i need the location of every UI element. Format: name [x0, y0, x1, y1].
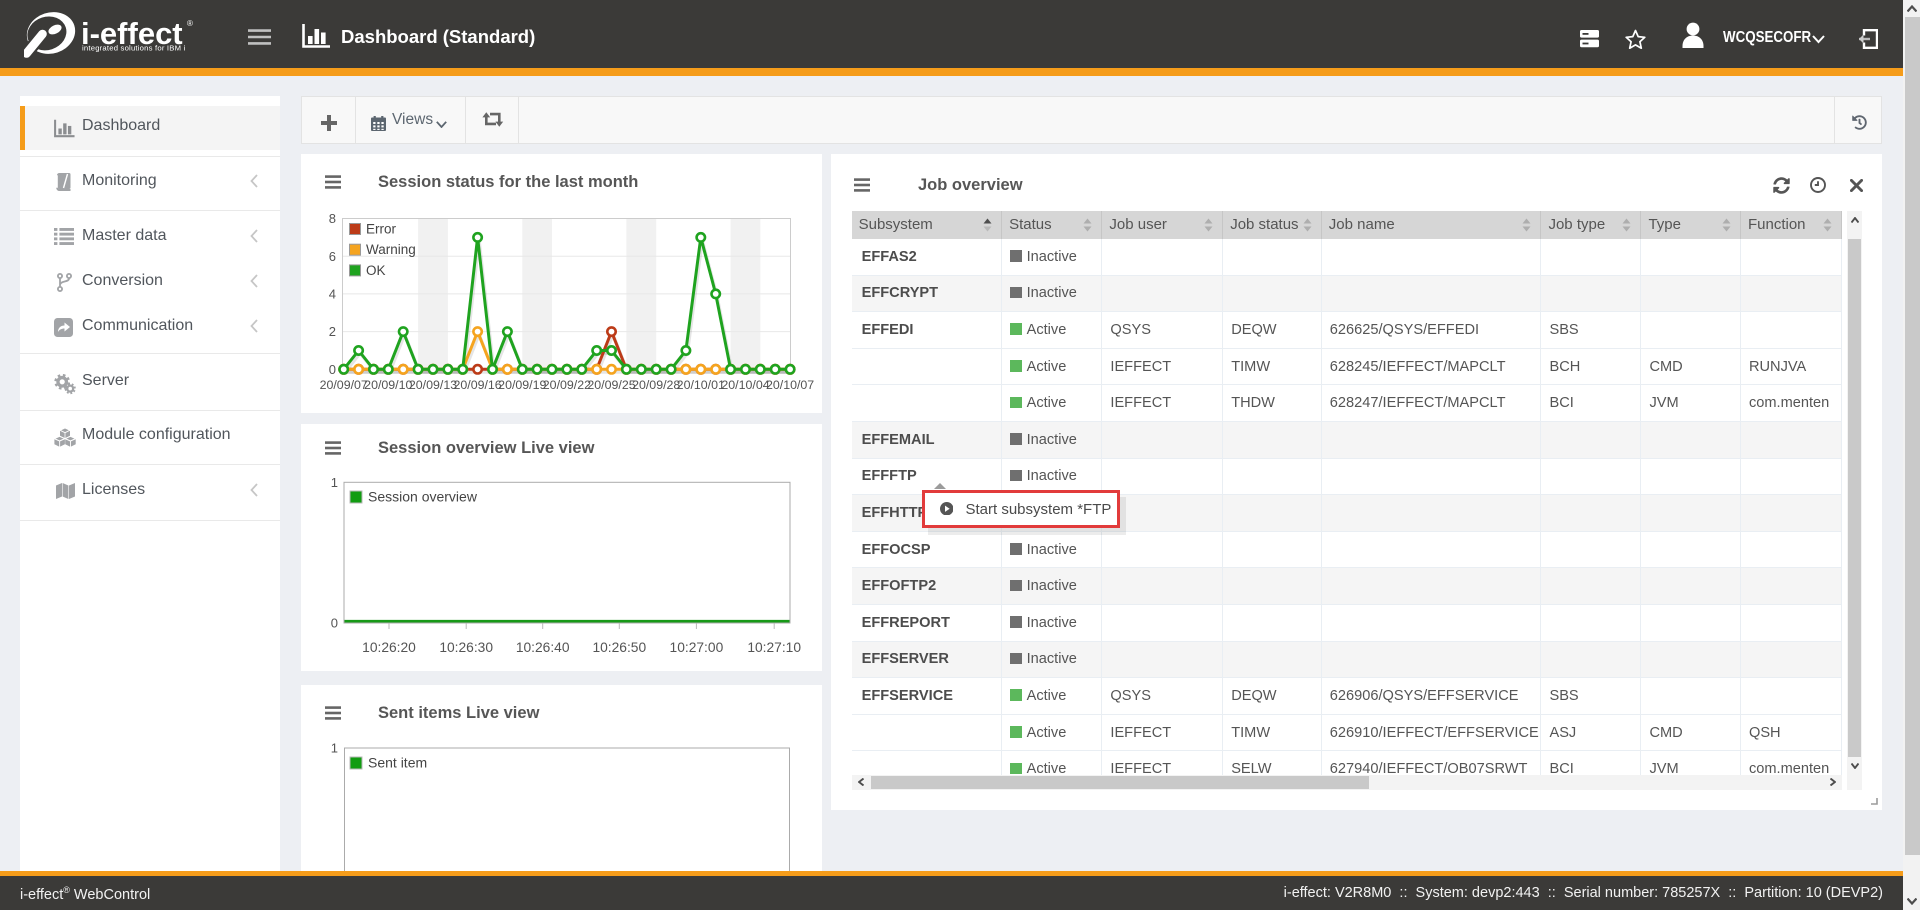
svg-text:®: ®: [187, 19, 193, 28]
svg-text:20/09/25: 20/09/25: [587, 378, 635, 392]
svg-text:8: 8: [329, 211, 336, 226]
svg-text:20/09/22: 20/09/22: [543, 378, 591, 392]
svg-text:OK: OK: [366, 263, 386, 278]
svg-text:Error: Error: [366, 222, 397, 237]
svg-text:6: 6: [329, 249, 336, 264]
svg-text:Session overview: Session overview: [368, 489, 478, 505]
svg-text:20/09/10: 20/09/10: [364, 378, 412, 392]
svg-text:10:27:10: 10:27:10: [747, 640, 801, 655]
svg-text:10:26:50: 10:26:50: [592, 640, 646, 655]
svg-text:1: 1: [331, 475, 338, 490]
svg-text:2: 2: [329, 324, 336, 339]
svg-text:4: 4: [329, 286, 336, 301]
svg-text:10:27:00: 10:27:00: [670, 640, 724, 655]
svg-text:20/10/04: 20/10/04: [721, 378, 769, 392]
svg-text:integrated solutions for IBM i: integrated solutions for IBM i: [82, 44, 186, 53]
svg-text:20/09/07: 20/09/07: [320, 378, 368, 392]
svg-text:0: 0: [329, 362, 336, 377]
svg-text:10:26:30: 10:26:30: [439, 640, 493, 655]
svg-text:20/09/16: 20/09/16: [453, 378, 501, 392]
svg-text:20/09/13: 20/09/13: [409, 378, 457, 392]
svg-text:20/10/07: 20/10/07: [766, 378, 814, 392]
svg-text:1: 1: [331, 741, 338, 756]
svg-text:0: 0: [331, 616, 338, 631]
svg-text:20/09/28: 20/09/28: [632, 378, 680, 392]
svg-text:10:26:40: 10:26:40: [516, 640, 570, 655]
svg-text:10:26:20: 10:26:20: [362, 640, 416, 655]
svg-text:20/10/01: 20/10/01: [677, 378, 725, 392]
svg-text:Sent item: Sent item: [368, 755, 427, 771]
svg-text:Warning: Warning: [366, 242, 416, 257]
svg-text:20/09/19: 20/09/19: [498, 378, 546, 392]
